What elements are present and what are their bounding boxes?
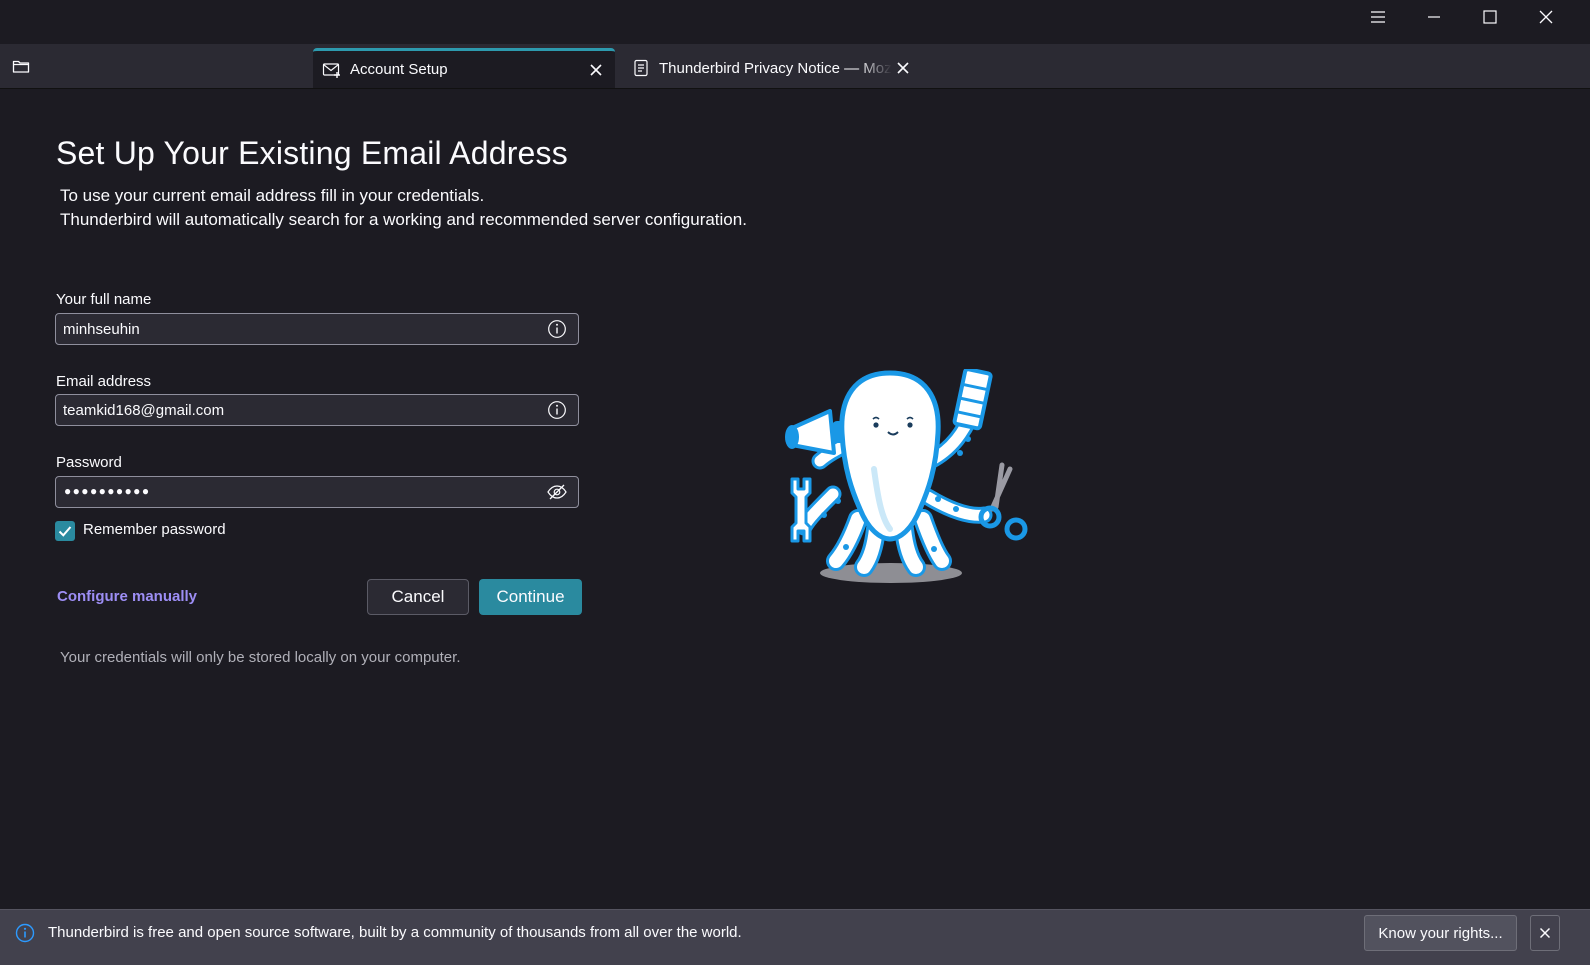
configure-manually-link[interactable]: Configure manually	[57, 588, 197, 605]
password-mask: ●●●●●●●●●●	[64, 484, 151, 498]
close-notification-button[interactable]	[1530, 915, 1560, 951]
info-icon	[15, 923, 35, 943]
minimize-icon	[1428, 16, 1440, 18]
continue-button[interactable]: Continue	[479, 579, 582, 615]
minimize-button[interactable]	[1406, 0, 1462, 34]
maximize-button[interactable]	[1462, 0, 1518, 34]
email-input[interactable]	[56, 395, 536, 425]
close-icon	[1539, 927, 1551, 939]
description-line-2: Thunderbird will automatically search fo…	[60, 210, 747, 229]
close-window-button[interactable]	[1518, 0, 1574, 34]
checkmark-icon	[58, 526, 72, 537]
tab-label: Account Setup	[350, 61, 448, 78]
info-icon[interactable]	[546, 319, 568, 339]
remember-password-checkbox[interactable]	[55, 521, 75, 541]
account-setup-page: Set Up Your Existing Email Address To us…	[0, 89, 1590, 909]
eye-hidden-icon[interactable]	[546, 482, 568, 502]
remember-password-label[interactable]: Remember password	[83, 521, 226, 538]
name-field	[55, 313, 579, 345]
app-menu-button[interactable]	[1350, 0, 1406, 34]
storage-note: Your credentials will only be stored loc…	[60, 649, 461, 666]
name-label: Your full name	[56, 291, 152, 308]
notification-bar: Thunderbird is free and open source soft…	[0, 909, 1590, 965]
know-your-rights-button[interactable]: Know your rights...	[1364, 915, 1517, 951]
folder-pane-button[interactable]	[6, 52, 36, 80]
title-bar	[0, 0, 1590, 44]
email-label: Email address	[56, 373, 152, 390]
account-setup-icon	[322, 60, 342, 80]
maximize-icon	[1483, 10, 1497, 24]
tab-label: Thunderbird Privacy Notice — Mozilla	[659, 59, 892, 77]
name-input[interactable]	[56, 314, 536, 344]
password-label: Password	[56, 454, 122, 471]
menu-icon	[1371, 11, 1385, 23]
tab-strip: Account Setup Thunderbird Privacy Notice…	[0, 44, 1590, 89]
cancel-button[interactable]: Cancel	[367, 579, 469, 615]
tab-account-setup[interactable]: Account Setup	[313, 48, 615, 88]
document-icon	[631, 58, 651, 78]
tab-privacy-notice[interactable]: Thunderbird Privacy Notice — Mozilla	[622, 48, 922, 88]
email-field	[55, 394, 579, 426]
page-title: Set Up Your Existing Email Address	[56, 135, 568, 171]
close-tab-icon[interactable]	[585, 59, 607, 81]
close-tab-icon[interactable]	[892, 57, 914, 79]
info-icon[interactable]	[546, 400, 568, 420]
octopus-mascot-illustration	[785, 369, 1028, 583]
notification-text: Thunderbird is free and open source soft…	[48, 924, 742, 941]
close-icon	[1539, 10, 1553, 24]
folder-icon	[12, 60, 30, 73]
password-field[interactable]: ●●●●●●●●●●	[55, 476, 579, 508]
description-line-1: To use your current email address fill i…	[60, 186, 485, 205]
